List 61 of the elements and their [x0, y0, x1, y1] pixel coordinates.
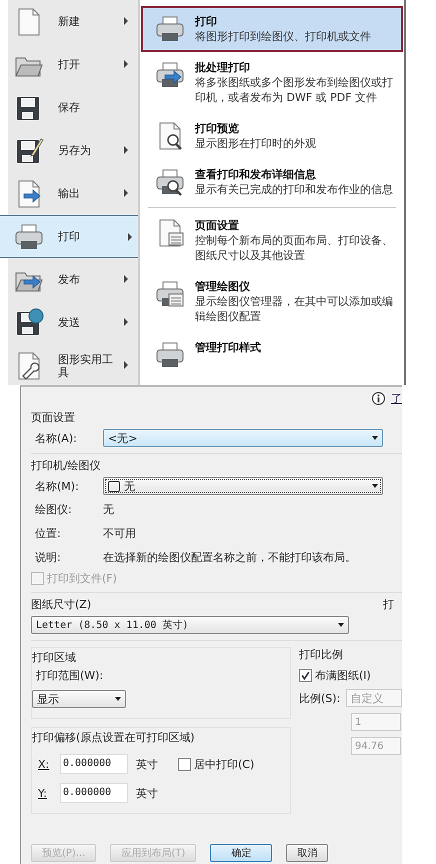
menu-item[interactable]: 打印 — [0, 215, 138, 258]
submenu-item[interactable]: 批处理打印 将多张图纸或多个图形发布到绘图仪或打印机，或者发布为 DWF 或 PDF 文件 — [141, 52, 403, 113]
submenu-item[interactable]: 打印 将图形打印到绘图仪、打印机或文件 — [141, 6, 403, 52]
checkbox-label: 打印到文件(F) — [47, 571, 117, 586]
x-offset-field[interactable]: 0.000000 — [60, 754, 128, 774]
info-label: 绘图仪: — [34, 502, 73, 516]
group-title: 页面设置 — [31, 410, 76, 425]
paper-size-dropdown[interactable]: Letter (8.50 x 11.00 英寸) — [31, 616, 349, 634]
info-icon — [372, 392, 385, 405]
menu-item[interactable]: 保存 — [0, 86, 138, 129]
info-value: 在选择新的绘图仪配置名称之前，不能打印该布局。 — [103, 550, 356, 564]
field-label: 打印范围(W): — [35, 668, 104, 683]
print-range-dropdown[interactable]: 显示 — [32, 690, 126, 708]
caret-icon — [372, 484, 378, 488]
field-label: X: — [38, 758, 50, 770]
submenu-item[interactable]: 管理打印样式 — [141, 332, 403, 378]
menu-item[interactable]: 另存为 — [0, 129, 138, 172]
info-label: 说明: — [34, 550, 62, 564]
printer-list-icon — [155, 279, 185, 309]
info-value: 无 — [103, 502, 114, 516]
dialog-button[interactable]: 确定 — [210, 844, 272, 862]
menu-item[interactable]: 打开 — [0, 43, 138, 86]
field-label: 名称(A): — [34, 430, 78, 446]
floppy-pencil-icon — [14, 136, 44, 166]
group-title: 打印区域 — [32, 650, 77, 665]
submenu-item[interactable]: 管理绘图仪 显示绘图仪管理器，在其中可以添加或编辑绘图仪配置 — [141, 271, 403, 332]
submenu-item[interactable]: 查看打印和发布详细信息 显示有关已完成的打印和发布作业的信息 — [141, 159, 403, 205]
group-title: 图纸尺寸(Z) — [31, 597, 92, 612]
group-title: 打印比例 — [299, 647, 344, 662]
floppy-globe-icon — [14, 308, 44, 338]
caret-icon — [338, 623, 344, 627]
checkbox[interactable] — [299, 669, 312, 682]
checkbox-label: 居中打印(C) — [194, 756, 254, 772]
group-title: 打印机/绘图仪 — [31, 458, 102, 473]
page-setup-dropdown[interactable]: <无> — [103, 429, 383, 447]
field-label: 名称(M): — [34, 478, 80, 494]
group-title: 打 — [383, 597, 394, 613]
menu-item[interactable]: 输出 — [0, 172, 138, 215]
menu-item[interactable]: 发布 — [0, 258, 138, 301]
group-title: 打印偏移(原点设置在可打印区域) — [32, 730, 196, 745]
caret-icon — [115, 697, 121, 701]
menu-item[interactable]: 发送 — [0, 301, 138, 344]
field-label: 比例(S): — [299, 690, 340, 706]
field-label: Y: — [38, 786, 48, 800]
help-link[interactable]: 了 — [391, 391, 402, 406]
unit-label: 英寸 — [136, 756, 159, 772]
checkbox-label: 布满图纸(I) — [315, 668, 371, 683]
submenu-item[interactable]: 打印预览 显示图形在打印时的外观 — [141, 113, 403, 159]
printer-magnifier-icon — [155, 167, 185, 197]
printer-dropdown[interactable]: 无 — [103, 477, 383, 495]
menu-item[interactable]: 新建 — [0, 0, 138, 43]
caret-icon — [372, 436, 378, 440]
info-label: 位置: — [34, 526, 62, 540]
y-offset-field[interactable]: 0.000000 — [60, 783, 128, 803]
printer-arrow-icon — [155, 60, 185, 90]
checkbox[interactable] — [178, 758, 191, 770]
unit-label: 英寸 — [136, 786, 159, 800]
submenu-item[interactable]: 页面设置 控制每个新布局的页面布局、打印设备、图纸尺寸以及其他设置 — [141, 210, 403, 271]
info-value: 不可用 — [103, 526, 136, 540]
menu-item[interactable]: 图形实用工具 — [0, 344, 138, 385]
dialog-button[interactable]: 取消 — [286, 844, 328, 862]
